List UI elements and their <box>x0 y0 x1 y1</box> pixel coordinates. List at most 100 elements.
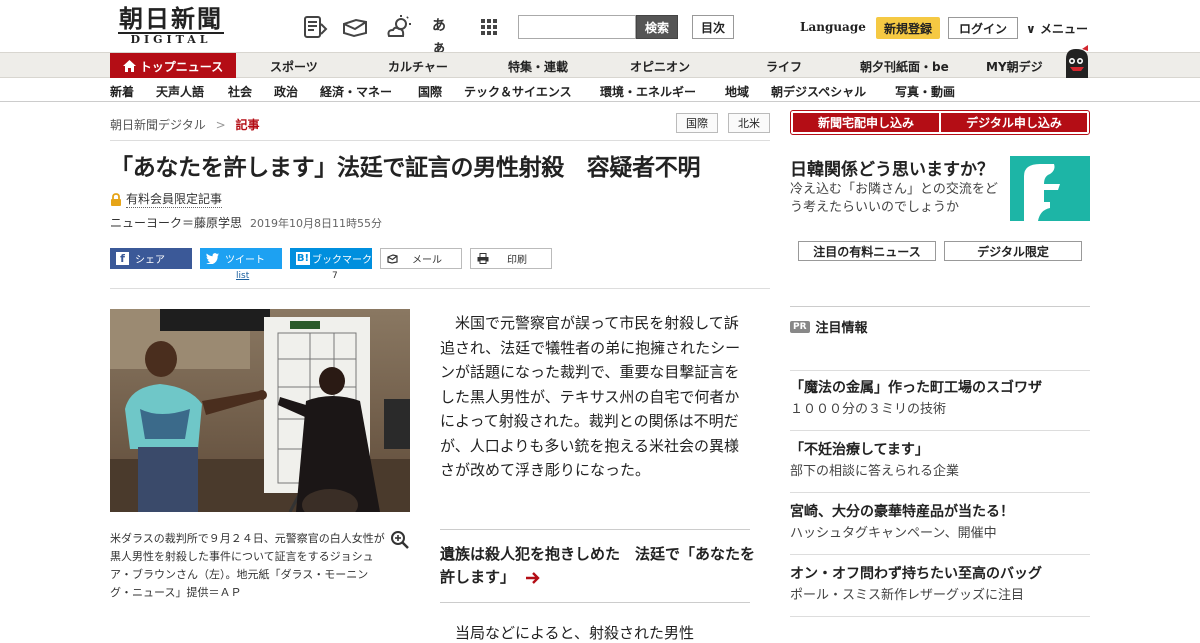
home-icon <box>122 60 136 72</box>
pr-item-subtitle: ハッシュタグキャンペーン、開催中 <box>790 526 997 541</box>
menu-button[interactable]: ∨ メニュー <box>1026 20 1088 37</box>
site-logo[interactable]: 朝日新聞 DIGITAL <box>112 6 230 46</box>
pr-item[interactable]: 宮崎、大分の豪華特産品が当たる！ ハッシュタグキャンペーン、開催中 <box>790 502 1090 544</box>
twitter-icon <box>206 253 219 264</box>
divider <box>790 370 1090 371</box>
tag-north-america[interactable]: 北米 <box>728 113 770 133</box>
search-input[interactable] <box>518 15 636 39</box>
subnav-item-environment[interactable]: 環境・エネルギー <box>600 83 696 100</box>
envelope-icon <box>387 253 398 264</box>
pr-item-subtitle: 部下の相談に答えられる企業 <box>790 464 960 479</box>
logo-japanese: 朝日新聞 <box>119 4 223 33</box>
print-button[interactable]: 印刷 <box>470 248 552 269</box>
digital-only-button[interactable]: デジタル限定 <box>944 241 1082 261</box>
related-article-link[interactable]: 遺族は殺人犯を抱きしめた 法廷で「あなたを許します」 <box>440 543 760 589</box>
nav-item-paper[interactable]: 朝夕刊紙面・be <box>860 58 949 75</box>
hatena-icon: B! <box>296 252 310 265</box>
nav-item-features[interactable]: 特集・連載 <box>508 58 568 75</box>
subnav-item-special[interactable]: 朝デジスペシャル <box>771 83 866 100</box>
author: ニューヨーク＝藤原学思 <box>110 216 243 230</box>
courtroom-photo-illustration <box>110 309 410 512</box>
sub-nav: 新着 天声人語 社会 政治 経済・マネー 国際 テック＆サイエンス 環境・エネル… <box>0 78 1200 102</box>
subnav-item-tenseijingo[interactable]: 天声人語 <box>156 83 204 100</box>
breadcrumb: 朝日新聞デジタル > 記事 <box>110 116 260 133</box>
login-button[interactable]: ログイン <box>948 17 1018 39</box>
register-button[interactable]: 新規登録 <box>876 17 940 39</box>
language-link[interactable]: Language <box>800 20 866 34</box>
article-headline: 「あなたを許します」法廷で証言の男性射殺 容疑者不明 <box>110 155 701 181</box>
search-button[interactable]: 検索 <box>636 15 678 39</box>
pr-item-title: オン・オフ問わず持ちたい至高のバッグ <box>790 566 1042 582</box>
promo-title[interactable]: 日韓関係どう思いますか？ <box>790 155 994 180</box>
nav-item-sports[interactable]: スポーツ <box>270 58 318 75</box>
subnav-item-society[interactable]: 社会 <box>228 83 252 100</box>
members-only-badge[interactable]: 有料会員限定記事 <box>110 190 223 208</box>
print-label: 印刷 <box>507 255 527 266</box>
featured-paid-news-button[interactable]: 注目の有料ニュース <box>798 241 936 261</box>
tweet-label: ツイート <box>225 255 265 266</box>
members-only-label: 有料会員限定記事 <box>126 192 223 208</box>
font-size-icon[interactable]: あぁ <box>432 15 458 56</box>
article-body: 米国で元警察官が誤って市民を射殺して訴追され、法廷で犠牲者の弟に抱擁されたシーン… <box>440 314 741 479</box>
tweet-count[interactable]: list <box>236 271 249 281</box>
subnav-item-region[interactable]: 地域 <box>725 83 749 100</box>
byline: ニューヨーク＝藤原学思 2019年10月8日11時55分 <box>110 214 382 231</box>
hatena-label: ブックマーク <box>312 255 372 266</box>
menu-label: メニュー <box>1039 22 1088 36</box>
divider <box>790 554 1090 555</box>
hatena-bookmark-button[interactable]: B! ブックマーク <box>290 248 372 269</box>
subnav-item-economy[interactable]: 経済・マネー <box>320 83 392 100</box>
article-photo[interactable] <box>110 309 410 512</box>
weather-icon[interactable] <box>386 15 412 39</box>
top-header: 朝日新聞 DIGITAL あぁ 検索 目次 Language 新規登録 ログイン… <box>0 0 1200 56</box>
pr-item-title: 「不妊治療してます」 <box>790 442 929 458</box>
zoom-icon[interactable] <box>390 530 410 550</box>
chevron-down-icon: ∨ <box>1026 22 1036 36</box>
subnav-item-international[interactable]: 国際 <box>418 83 442 100</box>
subscription-box: 新聞宅配申し込み デジタル申し込み <box>790 110 1090 135</box>
divider <box>790 492 1090 493</box>
divider <box>790 616 1090 617</box>
article-body-continued: 当局などによると、射殺された男性 <box>455 624 694 642</box>
breadcrumb-root[interactable]: 朝日新聞デジタル <box>110 118 206 132</box>
nav-item-my-asadigi[interactable]: MY朝デジ <box>986 58 1043 75</box>
paper-icon[interactable] <box>302 15 328 39</box>
pr-item-title: 宮崎、大分の豪華特産品が当たる！ <box>790 504 1014 520</box>
breadcrumb-separator: > <box>215 118 226 132</box>
subnav-item-photo[interactable]: 写真・動画 <box>895 83 955 100</box>
tag-international[interactable]: 国際 <box>676 113 718 133</box>
facebook-icon: f <box>116 252 129 265</box>
publish-date: 2019年10月8日11時55分 <box>250 217 382 230</box>
profile-face-icon <box>1024 164 1060 221</box>
tweet-button[interactable]: ツイート <box>200 248 282 269</box>
pr-item[interactable]: 「魔法の金属」作った町工場のスゴワザ １０００分の３ミリの技術 <box>790 378 1090 420</box>
grid-icon[interactable] <box>476 15 502 39</box>
promo-text[interactable]: 冷え込む「お隣さん」との交流をどう考えたらいいのでしょうか <box>790 181 1005 217</box>
divider <box>440 529 750 530</box>
subnav-item-tech[interactable]: テック＆サイエンス <box>464 83 572 100</box>
contents-button[interactable]: 目次 <box>692 15 734 39</box>
digital-subscribe-button[interactable]: デジタル申し込み <box>941 113 1087 132</box>
subnav-item-new[interactable]: 新着 <box>110 83 134 100</box>
subnav-item-politics[interactable]: 政治 <box>274 83 298 100</box>
main-nav: トップニュース スポーツ カルチャー 特集・連載 オピニオン ライフ 朝夕刊紙面… <box>0 45 1200 79</box>
pr-item[interactable]: オン・オフ問わず持ちたい至高のバッグ ポール・スミス新作レザーグッズに注目 <box>790 564 1090 606</box>
divider <box>440 602 750 603</box>
pr-item[interactable]: 「不妊治療してます」 部下の相談に答えられる企業 <box>790 440 1090 482</box>
nav-item-life[interactable]: ライフ <box>766 58 802 75</box>
nav-item-culture[interactable]: カルチャー <box>388 58 448 75</box>
nav-top-news[interactable]: トップニュース <box>110 53 236 79</box>
mail-icon[interactable] <box>342 15 368 39</box>
mail-share-button[interactable]: メール <box>380 248 462 269</box>
pr-item-title: 「魔法の金属」作った町工場のスゴワザ <box>790 380 1042 396</box>
promo-image[interactable] <box>1010 156 1090 221</box>
mascot-icon <box>1066 45 1088 79</box>
divider <box>110 140 770 141</box>
related-article-title: 遺族は殺人犯を抱きしめた 法廷で「あなたを許します」 <box>440 545 756 586</box>
pr-badge: PR <box>790 320 810 333</box>
facebook-share-button[interactable]: f シェア <box>110 248 192 269</box>
newspaper-delivery-button[interactable]: 新聞宅配申し込み <box>793 113 939 132</box>
breadcrumb-current: 記事 <box>235 118 260 132</box>
nav-item-opinion[interactable]: オピニオン <box>630 58 690 75</box>
divider <box>790 430 1090 431</box>
